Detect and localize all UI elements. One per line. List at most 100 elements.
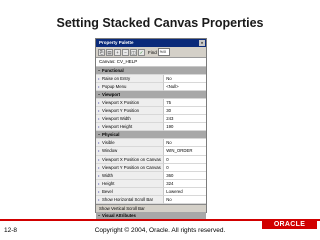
property-label: Viewport X Position xyxy=(102,100,140,106)
copy-icon[interactable]: ⎘ xyxy=(98,48,105,56)
property-value[interactable]: 190 xyxy=(164,123,206,132)
property-value[interactable]: 75 xyxy=(164,99,206,108)
lock-icon[interactable]: ✓ xyxy=(138,48,145,56)
property-bullet-icon: • xyxy=(98,148,100,154)
property-row[interactable]: • Viewport Width 243 xyxy=(96,115,206,124)
property-row[interactable]: • Viewport Height 190 xyxy=(96,123,206,132)
property-bullet-icon: • xyxy=(98,76,100,82)
status-bar: Show Vertical Scroll Bar xyxy=(96,204,206,212)
object-name: Canvas: CV_HELP xyxy=(96,58,206,67)
property-value[interactable]: 360 xyxy=(164,171,206,180)
palette-titlebar: Property Palette × xyxy=(96,39,206,47)
property-value[interactable]: 0 xyxy=(164,163,206,172)
property-bullet-icon: • xyxy=(98,164,100,170)
intersect-icon[interactable]: ◫ xyxy=(130,48,137,56)
property-label-cell: • Bevel xyxy=(96,187,165,196)
delete-icon[interactable]: − xyxy=(122,48,129,56)
property-label: Popup Menu xyxy=(102,84,127,90)
property-row[interactable]: • Viewport X Position on Canvas 0 xyxy=(96,155,206,164)
property-list: − Functional • Raise on Entry No • Popup Menu <… xyxy=(96,67,206,220)
property-label-cell: • Popup Menu xyxy=(96,83,165,92)
property-label: Physical xyxy=(102,132,120,138)
property-section-header[interactable]: − Functional xyxy=(96,67,206,76)
property-section-header[interactable]: − Viewport xyxy=(96,91,206,100)
property-label: Viewport Y Position xyxy=(102,108,140,114)
property-bullet-icon: • xyxy=(98,156,100,162)
collapse-icon[interactable]: − xyxy=(98,131,101,138)
property-label-cell: • Visible xyxy=(96,139,165,148)
property-label-cell: • Window xyxy=(96,147,165,156)
property-label: Viewport X Position on Canvas xyxy=(102,156,161,162)
property-bullet-icon: • xyxy=(98,116,100,122)
property-row[interactable]: • Window WIN_ORDER xyxy=(96,147,206,156)
property-value[interactable]: 0 xyxy=(164,155,206,164)
property-label: Viewport Y Position on Canvas xyxy=(102,164,161,170)
property-value[interactable]: <Null> xyxy=(164,83,206,92)
property-label: Raise on Entry xyxy=(102,76,131,82)
property-label: Viewport Width xyxy=(102,116,131,122)
property-label-cell: • Show Horizontal Scroll Bar xyxy=(96,195,165,204)
property-bullet-icon: • xyxy=(98,140,100,146)
property-label-cell: − Viewport xyxy=(96,91,206,100)
property-palette-window: Property Palette × ⎘ ▤ + − ◫ ✓ Find %/X … xyxy=(95,38,207,220)
add-icon[interactable]: + xyxy=(114,48,121,56)
property-label: Viewport Height xyxy=(102,124,133,130)
property-label-cell: − Functional xyxy=(96,67,206,76)
property-value[interactable]: No xyxy=(164,195,206,204)
property-row[interactable]: • Show Horizontal Scroll Bar No xyxy=(96,195,206,204)
property-bullet-icon: • xyxy=(98,196,100,202)
property-row[interactable]: • Popup Menu <Null> xyxy=(96,83,206,92)
property-label-cell: • Viewport Height xyxy=(96,123,165,132)
property-value[interactable]: WIN_ORDER xyxy=(164,147,206,156)
property-value[interactable]: No xyxy=(164,75,206,84)
property-bullet-icon: • xyxy=(98,172,100,178)
property-section-header[interactable]: − Physical xyxy=(96,131,206,140)
property-label-cell: • Raise on Entry xyxy=(96,75,165,84)
property-label: Bevel xyxy=(102,188,113,194)
oracle-logo: ORACLE xyxy=(262,220,317,229)
property-bullet-icon: • xyxy=(98,100,100,106)
property-bullet-icon: • xyxy=(98,84,100,90)
property-value[interactable]: 324 xyxy=(164,179,206,188)
property-label: Show Horizontal Scroll Bar xyxy=(102,196,154,202)
property-row[interactable]: • Height 324 xyxy=(96,179,206,188)
property-value[interactable]: No xyxy=(164,139,206,148)
property-label: Visible xyxy=(102,140,115,146)
property-label-cell: • Width xyxy=(96,171,165,180)
property-bullet-icon: • xyxy=(98,108,100,114)
property-value[interactable]: 30 xyxy=(164,107,206,116)
property-label-cell: • Viewport X Position xyxy=(96,99,165,108)
property-label: Viewport xyxy=(102,92,121,98)
paste-icon[interactable]: ▤ xyxy=(106,48,113,56)
property-label-cell: • Height xyxy=(96,179,165,188)
property-label: Width xyxy=(102,172,113,178)
close-icon[interactable]: × xyxy=(199,40,205,46)
property-bullet-icon: • xyxy=(98,124,100,130)
slide-title: Setting Stacked Canvas Properties xyxy=(56,16,264,30)
property-row[interactable]: • Viewport Y Position 30 xyxy=(96,107,206,116)
property-row[interactable]: • Raise on Entry No xyxy=(96,75,206,84)
property-row[interactable]: • Bevel Lowered xyxy=(96,187,206,196)
property-label-cell: • Viewport Width xyxy=(96,115,165,124)
property-label: Height xyxy=(102,180,115,186)
collapse-icon[interactable]: − xyxy=(98,67,101,74)
property-label-cell: − Physical xyxy=(96,131,206,140)
find-label: Find xyxy=(148,49,157,55)
property-label-cell: • Viewport X Position on Canvas xyxy=(96,155,165,164)
collapse-icon[interactable]: − xyxy=(98,91,101,98)
property-label-cell: • Viewport Y Position on Canvas xyxy=(96,163,165,172)
property-row[interactable]: • Visible No xyxy=(96,139,206,148)
property-bullet-icon: • xyxy=(98,188,100,194)
palette-toolbar: ⎘ ▤ + − ◫ ✓ Find %/X xyxy=(96,47,206,58)
property-label-cell: • Viewport Y Position xyxy=(96,107,165,116)
find-input[interactable]: %/X xyxy=(157,48,170,56)
property-bullet-icon: • xyxy=(98,180,100,186)
property-value[interactable]: Lowered xyxy=(164,187,206,196)
property-row[interactable]: • Viewport X Position 75 xyxy=(96,99,206,108)
property-row[interactable]: • Viewport Y Position on Canvas 0 xyxy=(96,163,206,172)
property-value[interactable]: 243 xyxy=(164,115,206,124)
property-row[interactable]: • Width 360 xyxy=(96,171,206,180)
property-label: Window xyxy=(102,148,118,154)
palette-title: Property Palette xyxy=(99,40,134,45)
property-label: Functional xyxy=(102,68,124,73)
